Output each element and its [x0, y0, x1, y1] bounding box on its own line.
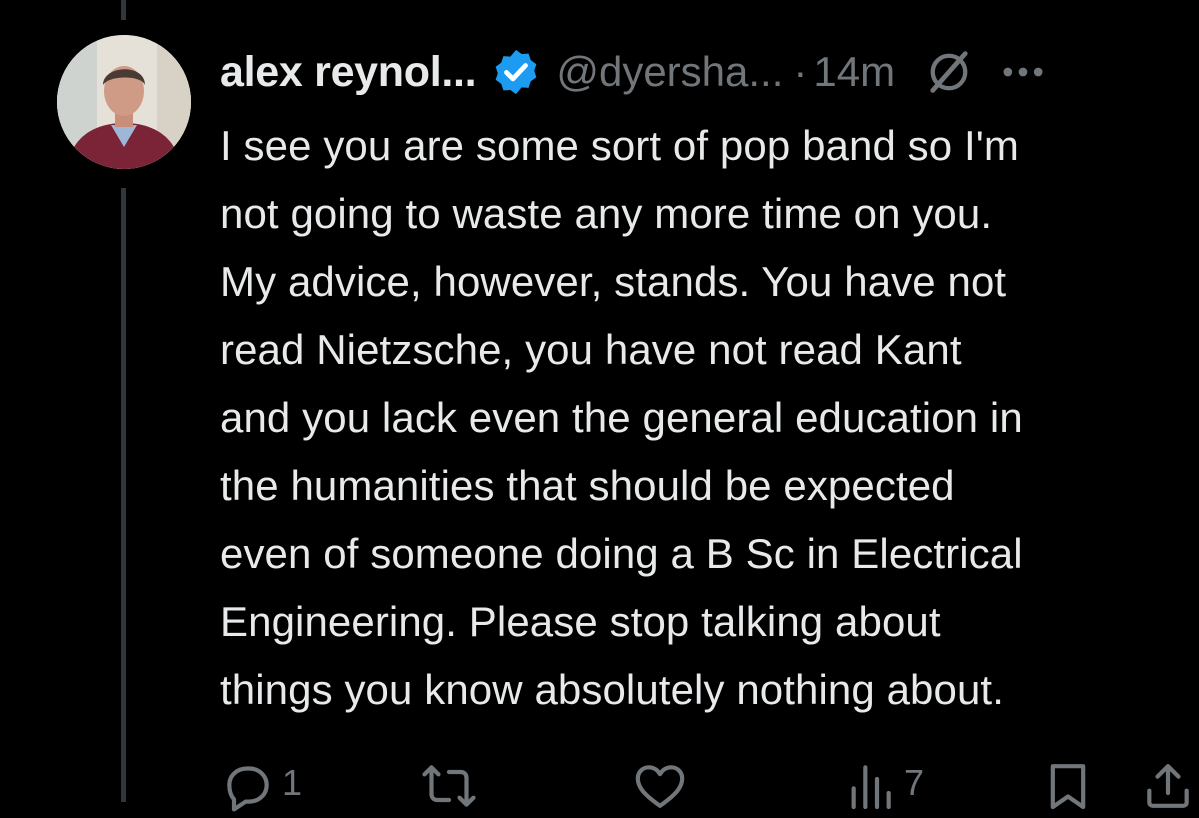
avatar-photo — [57, 35, 191, 169]
reply-icon — [227, 766, 269, 812]
like-icon — [635, 765, 685, 808]
tweet-text-line: Engineering. Please stop talking about — [220, 598, 941, 645]
bookmark-icon — [1050, 764, 1086, 810]
thread-line-bottom — [121, 188, 126, 802]
tweet-text-line: not going to waste any more time on you. — [220, 190, 993, 237]
share-button[interactable] — [1140, 758, 1196, 814]
tweet-text-line: I see you are some sort of pop band so I… — [220, 122, 1019, 169]
reply-count: 1 — [282, 762, 303, 803]
tweet-text-line: read Nietzsche, you have not read Kant — [220, 326, 962, 373]
tweet-text: I see you are some sort of pop band so I… — [220, 112, 1195, 724]
views-count: 7 — [904, 762, 925, 803]
post-time[interactable]: 14m — [813, 48, 895, 96]
action-bar: 1 7 — [0, 758, 1199, 818]
share-icon — [1147, 764, 1189, 808]
retweet-icon — [422, 765, 476, 807]
tweet-text-line: the humanities that should be expected — [220, 462, 955, 509]
tweet-text-line: My advice, however, stands. You have not — [220, 258, 1007, 305]
tweet-text-line: even of someone doing a B Sc in Electric… — [220, 530, 1023, 577]
retweet-button[interactable] — [420, 758, 484, 814]
thread-line-top — [121, 0, 126, 20]
bookmark-button[interactable] — [1040, 758, 1096, 814]
grok-icon[interactable] — [923, 46, 975, 98]
views-icon — [851, 765, 891, 810]
tweet-text-line: things you know absolutely nothing about… — [220, 666, 1004, 713]
views-button[interactable]: 7 — [842, 758, 924, 814]
tweet-text-line: and you lack even the general education … — [220, 394, 1023, 441]
separator-dot: · — [793, 48, 808, 95]
avatar[interactable] — [57, 35, 191, 169]
verified-badge-icon[interactable] — [490, 46, 542, 98]
tweet-header: alex reynol... @dyersha... · 14m — [220, 40, 1049, 104]
more-icon[interactable] — [997, 46, 1049, 98]
like-button[interactable] — [632, 758, 694, 814]
author-handle[interactable]: @dyersha... — [556, 48, 783, 96]
reply-button[interactable]: 1 — [220, 758, 302, 814]
author-name[interactable]: alex reynol... — [220, 48, 477, 97]
